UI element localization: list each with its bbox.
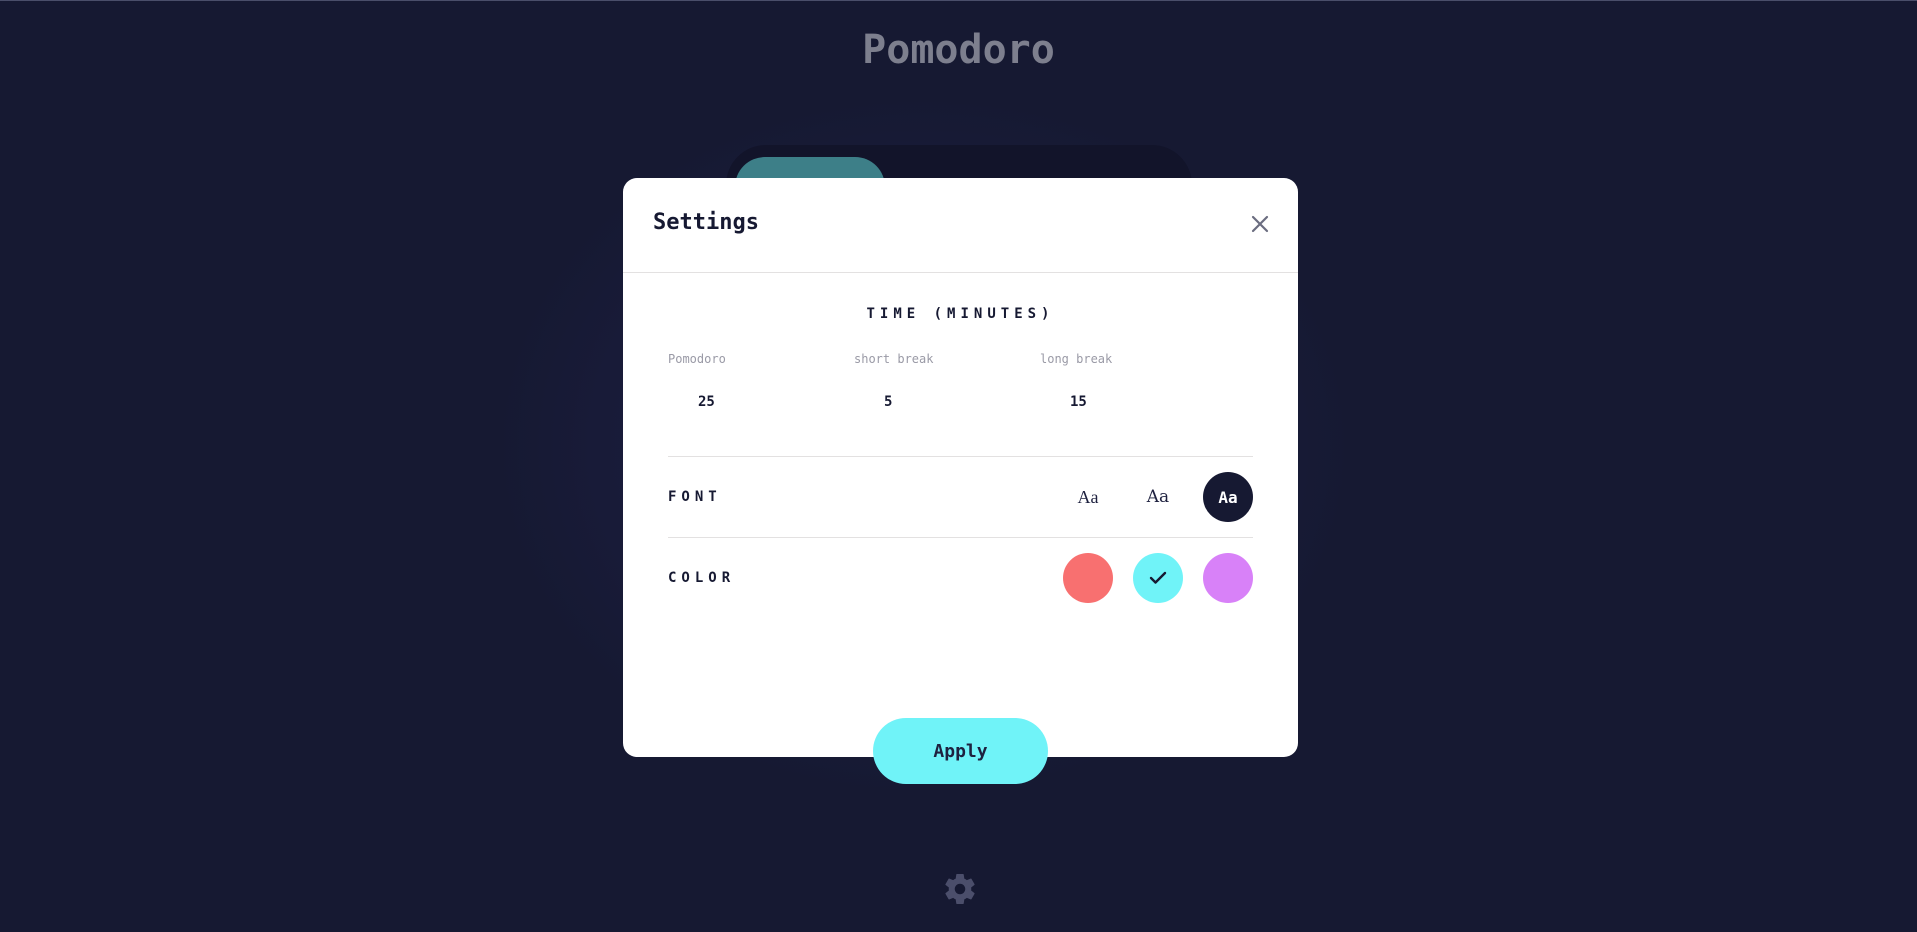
pomodoro-label: Pomodoro <box>668 352 726 366</box>
color-option-purple[interactable] <box>1203 553 1253 603</box>
pomodoro-field: Pomodoro <box>668 352 824 426</box>
font-option-1[interactable]: Aa <box>1063 472 1113 522</box>
short-break-input[interactable] <box>854 378 1010 426</box>
short-break-field: short break <box>854 352 1010 426</box>
modal-title: Settings <box>653 210 759 235</box>
check-icon <box>1149 571 1167 584</box>
long-break-field: long break <box>1040 352 1196 426</box>
font-row: FONT Aa Aa Aa <box>668 457 1253 537</box>
modal-body: TIME (MINUTES) Pomodoro short break long… <box>623 273 1298 618</box>
time-fields: Pomodoro short break long break <box>668 352 1253 426</box>
pomodoro-input[interactable] <box>668 378 824 426</box>
apply-button[interactable]: Apply <box>873 718 1048 784</box>
font-option-2[interactable]: Aa <box>1133 472 1183 522</box>
color-label: COLOR <box>668 570 736 586</box>
color-option-cyan[interactable] <box>1133 553 1183 603</box>
font-choices: Aa Aa Aa <box>1063 472 1253 522</box>
long-break-input[interactable] <box>1040 378 1196 426</box>
close-button[interactable] <box>1248 212 1272 236</box>
settings-button[interactable] <box>942 871 978 907</box>
gear-icon <box>945 873 975 904</box>
close-icon <box>1251 215 1269 233</box>
modal-header: Settings <box>623 178 1298 273</box>
app-title: Pomodoro <box>862 27 1055 73</box>
color-option-red[interactable] <box>1063 553 1113 603</box>
time-heading: TIME (MINUTES) <box>866 306 1055 322</box>
font-label: FONT <box>668 489 722 505</box>
color-row: COLOR <box>668 538 1253 618</box>
font-option-3[interactable]: Aa <box>1203 472 1253 522</box>
settings-modal: Settings TIME (MINUTES) Pomodoro short b… <box>623 178 1298 784</box>
color-choices <box>1063 553 1253 603</box>
short-break-label: short break <box>854 352 934 366</box>
long-break-label: long break <box>1040 352 1113 366</box>
page: Pomodoro Settings TIME (MINUTES) Pomodor… <box>0 0 1917 932</box>
